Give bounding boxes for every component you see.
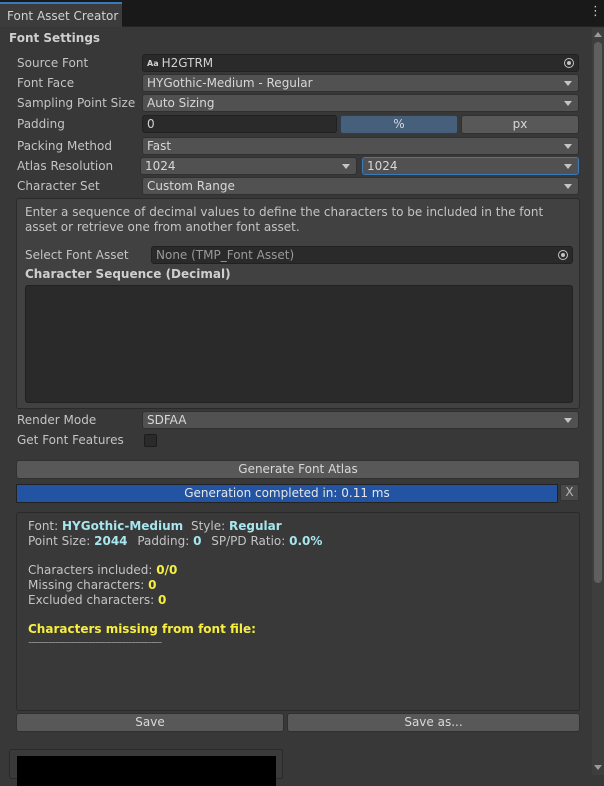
- results-size-line: Point Size: 2044 Padding: 0 SP/PD Ratio:…: [28, 534, 322, 549]
- chevron-down-icon: [564, 101, 572, 106]
- character-set-value: Custom Range: [147, 179, 235, 193]
- missing-value: 0: [148, 578, 157, 592]
- get-font-features-label: Get Font Features: [17, 433, 124, 447]
- character-sequence-textarea[interactable]: [25, 285, 573, 403]
- font-face-dropdown[interactable]: HYGothic-Medium - Regular: [142, 74, 579, 92]
- custom-range-help-text: Enter a sequence of decimal values to de…: [25, 205, 544, 234]
- atlas-height-dropdown[interactable]: 1024: [362, 157, 579, 175]
- missing-label: Missing characters:: [28, 578, 145, 592]
- packing-method-dropdown[interactable]: Fast: [142, 137, 579, 155]
- padding-result-value: 0: [193, 534, 202, 548]
- packing-method-value: Fast: [147, 139, 172, 153]
- font-asset-icon: Aa: [147, 59, 159, 68]
- chevron-down-icon: [564, 81, 572, 86]
- generate-font-atlas-button[interactable]: Generate Font Atlas: [16, 460, 580, 479]
- results-font-line: Font: HYGothic-Medium Style: Regular: [28, 519, 282, 534]
- chevron-down-icon: [564, 184, 572, 189]
- scrollbar-thumb[interactable]: [594, 42, 602, 583]
- generation-results-panel: Font: HYGothic-Medium Style: Regular Poi…: [16, 512, 580, 711]
- chevron-down-icon: [564, 164, 572, 169]
- padding-value: 0: [147, 117, 155, 131]
- padding-percent-toggle[interactable]: %: [340, 115, 458, 134]
- tab-title: Font Asset Creator: [7, 9, 119, 23]
- tab-bar: Font Asset Creator ⋮: [0, 0, 604, 27]
- padding-px-toggle[interactable]: px: [461, 115, 579, 134]
- ratio-value: 0.0%: [289, 534, 323, 548]
- source-font-value: H2GTRM: [161, 56, 214, 70]
- style-label: Style:: [190, 519, 226, 533]
- characters-included-line: Characters included: 0/0: [28, 563, 177, 578]
- missing-characters-line: Missing characters: 0: [28, 578, 157, 593]
- select-font-asset-field[interactable]: None (TMP_Font Asset): [151, 246, 573, 264]
- atlas-width-dropdown[interactable]: 1024: [140, 157, 357, 175]
- character-set-dropdown[interactable]: Custom Range: [142, 177, 579, 195]
- font-value: HYGothic-Medium: [62, 519, 184, 533]
- atlas-width-value: 1024: [145, 159, 176, 173]
- cancel-generation-button[interactable]: X: [560, 484, 579, 501]
- included-value: 0/0: [156, 563, 178, 577]
- scroll-down-arrow-icon[interactable]: [594, 765, 602, 770]
- render-mode-value: SDFAA: [147, 413, 187, 427]
- select-font-asset-label: Select Font Asset: [25, 248, 129, 262]
- object-picker-icon[interactable]: [564, 58, 574, 68]
- sampling-point-size-dropdown[interactable]: Auto Sizing: [142, 94, 579, 112]
- save-as-button[interactable]: Save as...: [287, 713, 580, 732]
- atlas-resolution-label: Atlas Resolution: [17, 159, 114, 173]
- results-separator: ----------------------------------------: [28, 635, 162, 649]
- tab-font-asset-creator[interactable]: Font Asset Creator: [0, 2, 122, 27]
- chevron-down-icon: [564, 418, 572, 423]
- render-mode-dropdown[interactable]: SDFAA: [142, 411, 579, 429]
- character-set-label: Character Set: [17, 179, 100, 193]
- padding-label: Padding: [17, 117, 65, 131]
- excluded-label: Excluded characters:: [28, 593, 155, 607]
- excluded-characters-line: Excluded characters: 0: [28, 593, 166, 608]
- object-picker-icon[interactable]: [558, 250, 568, 260]
- select-font-asset-value: None (TMP_Font Asset): [156, 248, 295, 262]
- ratio-label: SP/PD Ratio:: [211, 534, 286, 548]
- padding-result-label: Padding:: [137, 534, 190, 548]
- included-label: Characters included:: [28, 563, 153, 577]
- excluded-value: 0: [158, 593, 167, 607]
- chevron-down-icon: [342, 164, 350, 169]
- font-label: Font:: [28, 519, 59, 533]
- packing-method-label: Packing Method: [17, 139, 112, 153]
- font-face-label: Font Face: [17, 76, 75, 90]
- generation-progress-bar: Generation completed in: 0.11 ms: [16, 484, 558, 503]
- sampling-point-size-label: Sampling Point Size: [17, 96, 136, 110]
- sampling-point-size-value: Auto Sizing: [147, 96, 215, 110]
- kebab-menu-icon[interactable]: ⋮: [589, 5, 602, 19]
- style-value: Regular: [229, 519, 282, 533]
- save-button[interactable]: Save: [16, 713, 284, 732]
- chevron-down-icon: [564, 144, 572, 149]
- atlas-preview-texture: [17, 756, 276, 786]
- source-font-label: Source Font: [17, 56, 89, 70]
- source-font-field[interactable]: Aa H2GTRM: [142, 54, 579, 72]
- section-title-font-settings: Font Settings: [9, 31, 101, 45]
- point-size-label: Point Size:: [28, 534, 91, 548]
- scroll-up-arrow-icon[interactable]: [594, 32, 602, 37]
- character-sequence-label: Character Sequence (Decimal): [25, 267, 231, 281]
- font-face-value: HYGothic-Medium - Regular: [147, 76, 313, 90]
- render-mode-label: Render Mode: [17, 413, 97, 427]
- point-size-value: 2044: [94, 534, 128, 548]
- atlas-height-value: 1024: [367, 159, 398, 173]
- custom-range-panel: Enter a sequence of decimal values to de…: [16, 198, 580, 409]
- padding-input[interactable]: 0: [142, 115, 337, 133]
- get-font-features-checkbox[interactable]: [144, 434, 157, 447]
- progress-text: Generation completed in: 0.11 ms: [184, 486, 390, 500]
